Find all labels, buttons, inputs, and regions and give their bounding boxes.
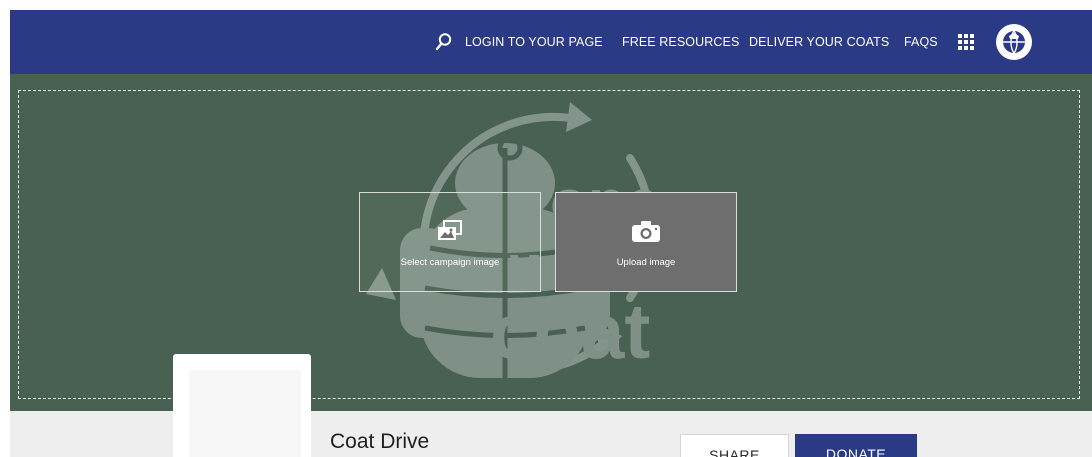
globe-logo-icon bbox=[1003, 30, 1025, 54]
campaign-avatar-card[interactable] bbox=[173, 354, 311, 457]
nav-link-login[interactable]: LOGIN TO YOUR PAGE bbox=[465, 10, 603, 74]
share-button[interactable]: SHARE bbox=[680, 434, 789, 457]
select-image-label: Select campaign image bbox=[400, 257, 500, 268]
select-campaign-image-button[interactable]: Select campaign image bbox=[359, 192, 541, 292]
upload-image-label: Upload image bbox=[616, 257, 676, 268]
nav-link-deliver-coats[interactable]: DELIVER YOUR COATS bbox=[749, 10, 889, 74]
campaign-title: Coat Drive bbox=[330, 430, 430, 453]
image-stack-icon bbox=[438, 220, 462, 240]
nav-link-free-resources[interactable]: FREE RESOURCES bbox=[622, 10, 739, 74]
svg-text:coat: coat bbox=[490, 287, 650, 375]
search-icon[interactable] bbox=[435, 32, 453, 52]
account-avatar[interactable] bbox=[996, 24, 1032, 60]
camera-icon bbox=[632, 221, 660, 242]
top-nav-bar: LOGIN TO YOUR PAGE FREE RESOURCES DELIVE… bbox=[10, 10, 1092, 74]
nav-link-faqs[interactable]: FAQS bbox=[904, 10, 938, 74]
campaign-avatar-placeholder[interactable] bbox=[189, 370, 301, 457]
upload-image-button[interactable]: Upload image bbox=[555, 192, 737, 292]
grid-icon[interactable] bbox=[958, 34, 974, 50]
donate-button[interactable]: DONATE bbox=[795, 434, 917, 457]
